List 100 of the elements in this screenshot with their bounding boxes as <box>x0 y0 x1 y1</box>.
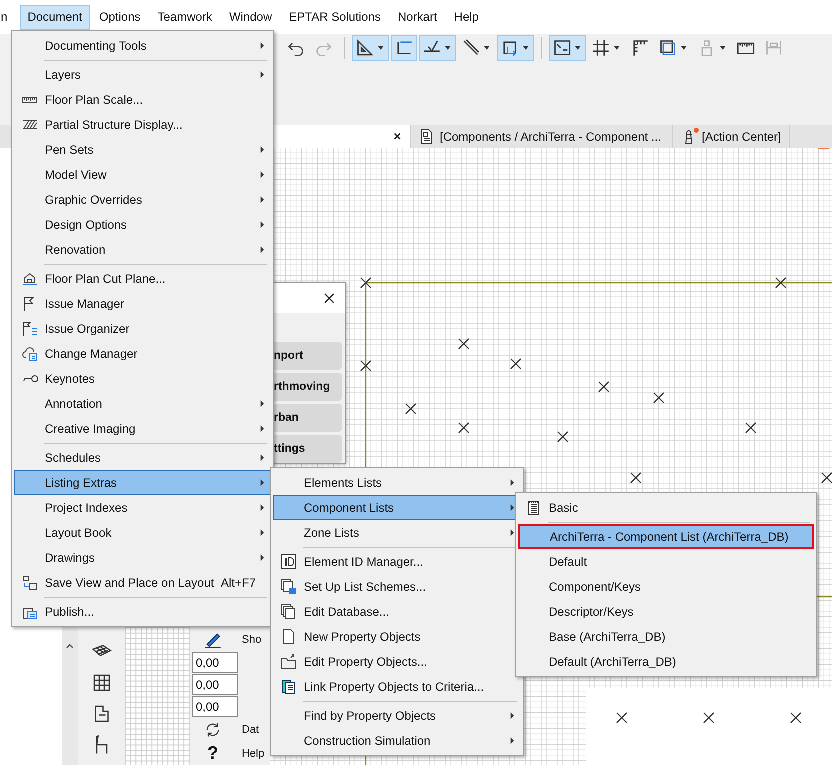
cross-mark <box>630 472 642 484</box>
menu-item[interactable]: Pen Sets <box>14 137 271 162</box>
menu-bar-item[interactable]: Help <box>446 4 487 30</box>
cross-mark <box>557 431 569 443</box>
number-field[interactable]: 0,00 <box>192 696 238 717</box>
caret-icon <box>483 44 491 52</box>
diagonal-line-icon <box>462 39 480 57</box>
menu-item[interactable]: Keynotes <box>14 366 271 391</box>
cloud-icon <box>22 346 38 362</box>
palette-button[interactable]: rban <box>273 404 342 432</box>
menu-item[interactable]: Component/Keys <box>518 574 814 599</box>
cross-mark <box>360 277 372 289</box>
menu-item[interactable]: Save View and Place on Layout Alt+F7 <box>14 570 271 595</box>
documents-icon <box>281 578 297 594</box>
menu-bar-item[interactable]: Window <box>221 4 280 30</box>
page-icon <box>281 628 297 644</box>
cross-mark <box>821 472 832 484</box>
guide-line-icon <box>395 39 413 57</box>
pen-icon[interactable] <box>204 631 222 649</box>
caret-icon <box>680 44 688 52</box>
menu-bar-item[interactable]: n <box>0 4 16 30</box>
number-field[interactable]: 0,00 <box>192 674 238 695</box>
caret-icon <box>444 44 452 52</box>
menu-item[interactable]: Basic <box>518 495 814 520</box>
close-icon[interactable] <box>393 132 402 141</box>
cross-mark <box>458 338 470 350</box>
menu-item[interactable]: Documenting Tools <box>14 33 271 58</box>
menu-bar-item[interactable]: Norkart <box>390 4 446 30</box>
menu-item[interactable]: Layers <box>14 62 271 87</box>
menu-item[interactable]: Layout Book <box>14 520 271 545</box>
close-icon[interactable] <box>324 292 335 304</box>
palette-button[interactable]: ttings <box>273 435 342 463</box>
cross-mark <box>653 392 665 404</box>
cross-mark <box>745 422 757 434</box>
palette-button[interactable]: nport <box>273 342 342 370</box>
cross-mark <box>775 277 787 289</box>
toolbar-button[interactable] <box>419 35 456 61</box>
number-field[interactable]: 0,00 <box>192 652 238 673</box>
coordinate-icon <box>553 39 571 57</box>
palette-button[interactable]: rthmoving <box>273 373 342 401</box>
info-label: Sho <box>242 634 262 646</box>
toolbar-button[interactable] <box>391 35 417 61</box>
toolbar-button[interactable] <box>352 35 389 61</box>
info-label: Dat <box>242 724 260 736</box>
menu-bar-item[interactable]: Teamwork <box>150 4 220 30</box>
toolbar-button[interactable] <box>549 35 586 61</box>
info-label: Help <box>242 748 265 760</box>
menu-bar-item[interactable]: Options <box>91 4 149 30</box>
menu-item[interactable]: Default (ArchiTerra_DB) <box>518 649 814 674</box>
menu-item[interactable]: Default <box>518 549 814 574</box>
house-icon <box>22 270 38 286</box>
menu-item[interactable]: Listing Extras <box>14 470 271 495</box>
toolbar-button[interactable] <box>497 35 534 61</box>
menu-item[interactable]: Schedules <box>14 445 271 470</box>
cross-mark <box>360 360 372 372</box>
menu-item[interactable]: Design Options <box>14 212 271 237</box>
cross-mark <box>510 358 522 370</box>
scribble-mark <box>818 148 830 150</box>
menu-item[interactable]: Base (ArchiTerra_DB) <box>518 624 814 649</box>
menu-item[interactable]: Model View <box>14 162 271 187</box>
menu-item[interactable]: Renovation <box>14 237 271 262</box>
cross-mark <box>703 712 715 724</box>
square-icon <box>659 39 677 57</box>
menu-item[interactable]: Descriptor/Keys <box>518 599 814 624</box>
menu-item[interactable]: ArchiTerra - Component List (ArchiTerra_DB) <box>518 524 814 549</box>
scroll-up-icon[interactable] <box>66 643 74 649</box>
cross-mark <box>458 422 470 434</box>
id-icon <box>281 554 297 570</box>
menu-item[interactable]: Creative Imaging <box>14 416 271 441</box>
notepad-icon <box>526 500 542 516</box>
menu-item[interactable]: Construction Simulation <box>273 728 521 753</box>
sheets-icon <box>22 574 38 590</box>
menu-item[interactable]: Project Indexes <box>14 495 271 520</box>
flag-list-icon <box>22 320 38 336</box>
menu-item[interactable]: Partial Structure Display... <box>14 112 271 137</box>
cross-mark <box>598 381 610 393</box>
menu-item[interactable]: Issue Manager <box>14 291 271 316</box>
menu-bar-item[interactable]: EPTAR Solutions <box>281 4 389 30</box>
corner-ruler-icon <box>631 39 649 57</box>
folder-icon <box>281 654 297 670</box>
help-button[interactable]: ? <box>204 743 222 764</box>
menu-bar-item[interactable]: Document <box>20 4 90 30</box>
menu-item[interactable]: Find by Property Objects <box>273 703 521 728</box>
caret-icon <box>522 44 530 52</box>
menu-item[interactable]: Issue Organizer <box>14 316 271 341</box>
menu-item[interactable]: Annotation <box>14 391 271 416</box>
menu-item[interactable]: Elements Lists <box>273 470 521 495</box>
menu-item[interactable]: Graphic Overrides <box>14 187 271 212</box>
menu-item[interactable]: Publish... <box>14 599 271 624</box>
book-icon <box>281 678 297 694</box>
window-icon[interactable] <box>92 673 112 693</box>
caret-icon <box>574 44 582 52</box>
menu-item[interactable]: Floor Plan Cut Plane... <box>14 266 271 291</box>
menu-item[interactable]: Link Property Objects to Criteria... <box>273 674 521 699</box>
cross-mark <box>790 712 802 724</box>
menu-item[interactable]: Change Manager <box>14 341 271 366</box>
caret-icon <box>377 44 385 52</box>
menu-item[interactable]: Drawings <box>14 545 271 570</box>
rotate-icon[interactable] <box>204 720 222 738</box>
menu-item[interactable]: Floor Plan Scale... <box>14 87 271 112</box>
